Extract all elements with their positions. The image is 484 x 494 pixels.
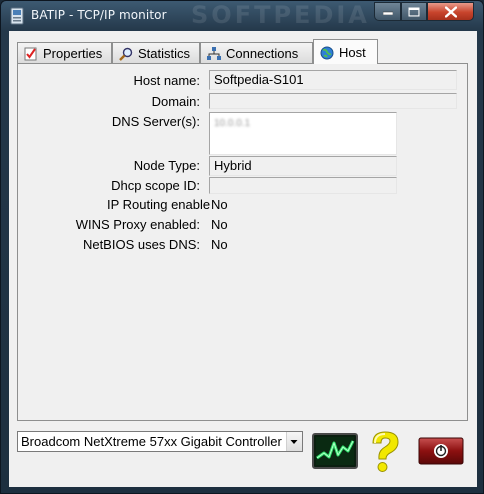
domain-field: [209, 93, 457, 109]
dns-servers-label: DNS Server(s):: [111, 114, 200, 129]
tab-label-connections: Connections: [226, 46, 299, 61]
network-icon: [207, 47, 221, 61]
dhcp-scope-field: [209, 177, 397, 194]
wins-proxy-value: No: [211, 217, 228, 232]
batip-app-icon: [9, 7, 25, 25]
close-icon: [444, 6, 457, 17]
tab-label-properties: Properties: [43, 46, 103, 61]
minimize-icon: [382, 11, 393, 15]
tab-label-host: Host: [339, 45, 366, 60]
node-type-field: Hybrid: [209, 156, 397, 176]
host-name-label: Host name:: [133, 73, 200, 88]
adapter-dropdown-button[interactable]: [286, 432, 302, 451]
window-title: BATIP - TCP/IP monitor: [31, 8, 167, 22]
netbios-dns-label: NetBIOS uses DNS:: [82, 237, 200, 252]
title-bar[interactable]: BATIP - TCP/IP monitor SOFTPEDIA: [1, 1, 483, 31]
dhcp-scope-label: Dhcp scope ID:: [111, 178, 200, 193]
tab-label-statistics: Statistics: [138, 46, 191, 61]
dns-server-value: 10.0.0.1: [214, 118, 251, 129]
chevron-down-icon: [290, 440, 298, 444]
question-mark-icon: [372, 431, 399, 472]
app-window: BATIP - TCP/IP monitor SOFTPEDIA Propert…: [0, 0, 484, 494]
host-name-field: Softpedia-S101: [209, 70, 457, 90]
netbios-dns-value: No: [211, 237, 228, 252]
tab-statistics[interactable]: Statistics: [112, 42, 200, 63]
maximize-icon: [408, 7, 420, 16]
close-button[interactable]: [427, 2, 474, 21]
magnifier-icon: [119, 47, 133, 61]
globe-icon: [320, 46, 334, 60]
adapter-select[interactable]: Broadcom NetXtreme 57xx Gigabit Controll…: [17, 431, 303, 452]
tab-properties[interactable]: Properties: [17, 42, 112, 63]
monitor-chart-icon: [312, 433, 358, 469]
dns-servers-list[interactable]: 10.0.0.1: [209, 112, 397, 155]
tab-host[interactable]: Host: [313, 39, 378, 64]
node-type-value: Hybrid: [214, 158, 252, 173]
ip-routing-value: No: [211, 197, 228, 212]
client-area: Properties Statistics Connections Host H…: [9, 31, 477, 487]
help-button[interactable]: [363, 429, 407, 475]
power-button[interactable]: [418, 437, 464, 465]
ip-routing-label: IP Routing enable: [107, 197, 211, 212]
wins-proxy-label: WINS Proxy enabled:: [75, 217, 200, 232]
maximize-button[interactable]: [401, 2, 427, 21]
tab-connections[interactable]: Connections: [200, 42, 313, 63]
softpedia-watermark: SOFTPEDIA: [191, 1, 370, 29]
adapter-select-value: Broadcom NetXtreme 57xx Gigabit Controll…: [21, 434, 282, 449]
node-type-label: Node Type:: [133, 158, 200, 173]
domain-label: Domain:: [151, 94, 200, 109]
host-panel: Host name: Softpedia-S101 Domain: DNS Se…: [17, 63, 468, 421]
host-name-value: Softpedia-S101: [214, 72, 304, 87]
checklist-icon: [24, 47, 38, 61]
minimize-button[interactable]: [374, 2, 401, 21]
monitor-button[interactable]: [312, 433, 358, 469]
power-icon: [418, 437, 464, 465]
